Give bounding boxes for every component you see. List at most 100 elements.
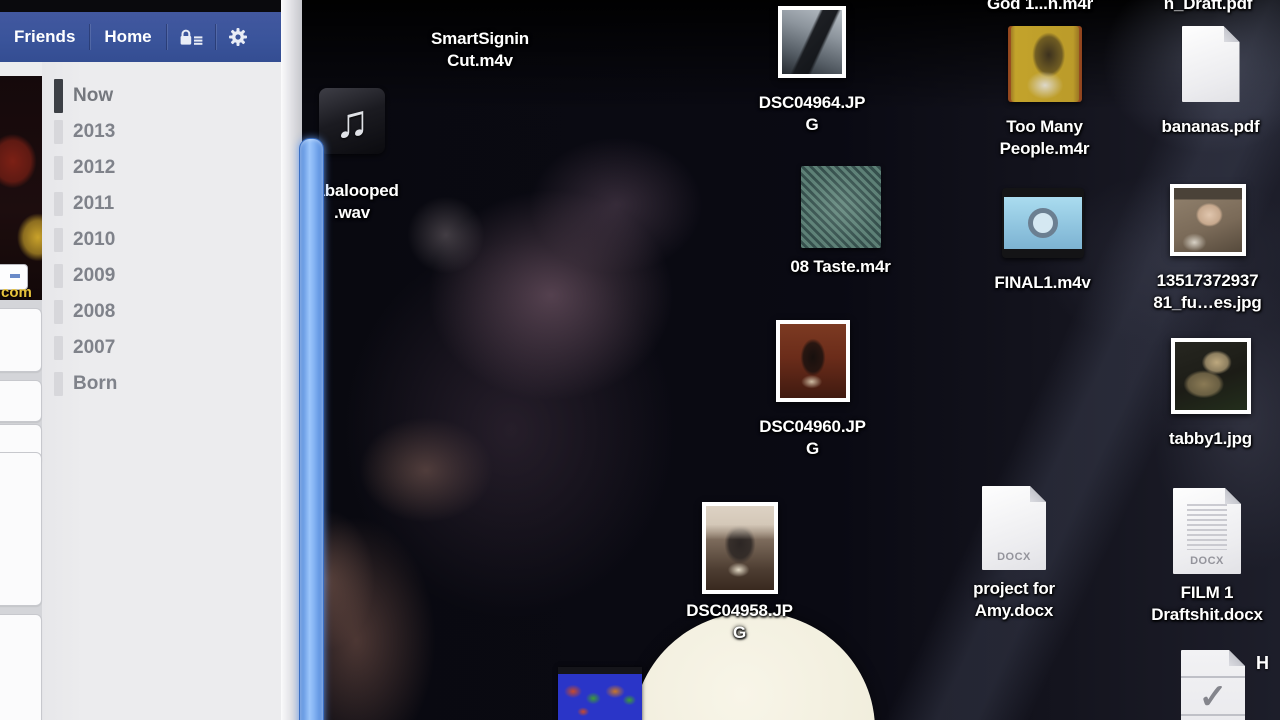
checklist-document-icon: ✓	[1181, 650, 1245, 720]
desktop-icon-dsc04958-jpg[interactable]: DSC04958.JP G	[652, 502, 827, 644]
page-fold-corner	[1224, 26, 1240, 42]
year-label: 2013	[73, 121, 115, 143]
cover-photo-partial: com	[0, 76, 42, 300]
photo-watermark: com	[1, 284, 32, 301]
scrollbar-thumb[interactable]	[299, 138, 324, 720]
feed-card-partial	[0, 380, 42, 422]
feed-card-partial	[0, 614, 42, 720]
desktop-icon-world-map-video[interactable]	[557, 667, 643, 720]
desktop-icon-too-many-people-m4r[interactable]: Too Many People.m4r	[962, 26, 1127, 160]
feed-card-partial	[0, 308, 42, 372]
year-tick-marker	[54, 192, 63, 216]
facebook-content-area: com Now 2013	[0, 62, 281, 720]
desktop-icon-god-m4r[interactable]: God 1...n.m4r	[950, 0, 1130, 15]
photo-thumbnail	[776, 320, 850, 402]
file-label: DSC04964.JP G	[737, 92, 887, 136]
year-tick-marker	[54, 120, 63, 144]
timeline-year-2011[interactable]: 2011	[54, 186, 254, 222]
nav-item-friends[interactable]: Friends	[0, 12, 89, 62]
desktop-icon-film1-draftshit-docx[interactable]: DOCX FILM 1 Draftshit.docx	[1118, 488, 1280, 626]
timeline-year-now[interactable]: Now	[54, 78, 254, 114]
strip-top	[0, 62, 42, 76]
photo-thumbnail	[702, 502, 778, 594]
year-label: 2008	[73, 301, 115, 323]
video-file-icon	[1002, 188, 1084, 258]
desktop-icon-dsc04964-jpg[interactable]: DSC04964.JP G	[737, 6, 887, 136]
privacy-shortcuts-button[interactable]	[167, 29, 215, 46]
window-top-strip	[0, 0, 302, 12]
nav-label: Friends	[14, 27, 75, 47]
photo-thumbnail	[1170, 184, 1246, 256]
privacy-lock-icon	[179, 29, 203, 46]
document-text-preview	[1187, 504, 1227, 550]
photo-thumbnail	[778, 6, 846, 78]
year-label: Now	[73, 85, 113, 107]
year-label: 2009	[73, 265, 115, 287]
partial-file-label: H	[1256, 653, 1269, 674]
docx-document-icon: DOCX	[982, 486, 1046, 570]
world-map-thumbnail	[558, 667, 642, 720]
timeline-year-2012[interactable]: 2012	[54, 150, 254, 186]
checkmark-icon: ✓	[1181, 680, 1245, 714]
year-label: 2007	[73, 337, 115, 359]
timeline-year-2010[interactable]: 2010	[54, 222, 254, 258]
feed-card-partial	[0, 452, 42, 606]
page-fold-corner	[1225, 488, 1241, 504]
nav-label: Home	[104, 27, 151, 47]
year-label: 2010	[73, 229, 115, 251]
file-label: Too Many People.m4r	[962, 116, 1127, 160]
desktop-icon-project-for-amy-docx[interactable]: DOCX project for Amy.docx	[934, 486, 1094, 622]
file-label: FILM 1 Draftshit.docx	[1118, 582, 1280, 626]
gear-icon	[228, 27, 248, 47]
timeline-year-2008[interactable]: 2008	[54, 294, 254, 330]
desktop-icon-tabby1-jpg[interactable]: tabby1.jpg	[1128, 338, 1280, 450]
settings-button[interactable]	[216, 27, 260, 47]
desktop-icon-smartsignin-cut-m4v[interactable]: SmartSignin Cut.m4v	[380, 28, 580, 72]
file-label: SmartSignin Cut.m4v	[380, 28, 580, 72]
nav-item-home[interactable]: Home	[90, 12, 165, 62]
desktop-icon-n-draft-pdf[interactable]: n_Draft.pdf	[1128, 0, 1280, 15]
file-label: bananas.pdf	[1133, 116, 1280, 138]
file-label: FINAL1.m4v	[960, 272, 1125, 294]
desktop-icon-1351-jpg[interactable]: 13517372937 81_fu…es.jpg	[1125, 184, 1280, 314]
left-column-sliver: com	[0, 62, 42, 720]
desktop-icon-checklist-document[interactable]: ✓	[1178, 650, 1248, 720]
music-note-icon: ♫	[335, 98, 370, 144]
facebook-window: Friends Home	[0, 0, 322, 720]
desktop-icon-final1-m4v[interactable]: FINAL1.m4v	[960, 188, 1125, 294]
facebook-navbar: Friends Home	[0, 12, 281, 62]
year-tick-marker	[54, 228, 63, 252]
page-fold-corner	[1229, 650, 1245, 666]
file-label: God 1...n.m4r	[950, 0, 1130, 15]
file-label: 13517372937 81_fu…es.jpg	[1125, 270, 1280, 314]
desktop-icon-dsc04960-jpg[interactable]: DSC04960.JP G	[730, 320, 895, 460]
year-tick-marker	[54, 264, 63, 288]
timeline-year-2009[interactable]: 2009	[54, 258, 254, 294]
desktop-icon-bananas-pdf[interactable]: bananas.pdf	[1133, 26, 1280, 138]
timeline-year-2013[interactable]: 2013	[54, 114, 254, 150]
timeline-year-born[interactable]: Born	[54, 366, 254, 402]
docx-badge: DOCX	[982, 551, 1046, 563]
facebook-panel: Friends Home	[0, 0, 302, 720]
video-thumbnail	[1004, 197, 1082, 249]
year-label: Born	[73, 373, 117, 395]
desktop-icon-08-taste-m4r[interactable]: 08 Taste.m4r	[758, 166, 923, 278]
logo-ring-icon	[1028, 208, 1058, 238]
year-tick-marker	[54, 300, 63, 324]
audio-file-icon: ♫	[319, 88, 385, 154]
pdf-document-icon	[1182, 26, 1240, 102]
timeline-year-nav: Now 2013 2012 2011	[54, 78, 254, 402]
file-label: DSC04960.JP G	[730, 416, 895, 460]
page-fold-corner	[1030, 486, 1046, 502]
photo-thumbnail	[1171, 338, 1251, 414]
year-tick-marker	[54, 336, 63, 360]
world-map-icon	[558, 674, 642, 720]
screen: SmartSignin Cut.m4v ♫ babalooped .wav DS…	[0, 0, 1280, 720]
year-tick-marker	[54, 372, 63, 396]
docx-document-icon: DOCX	[1173, 488, 1241, 574]
file-label: tabby1.jpg	[1128, 428, 1280, 450]
file-label: 08 Taste.m4r	[758, 256, 923, 278]
timeline-year-2007[interactable]: 2007	[54, 330, 254, 366]
docx-badge: DOCX	[1173, 555, 1241, 567]
file-label: n_Draft.pdf	[1128, 0, 1280, 15]
